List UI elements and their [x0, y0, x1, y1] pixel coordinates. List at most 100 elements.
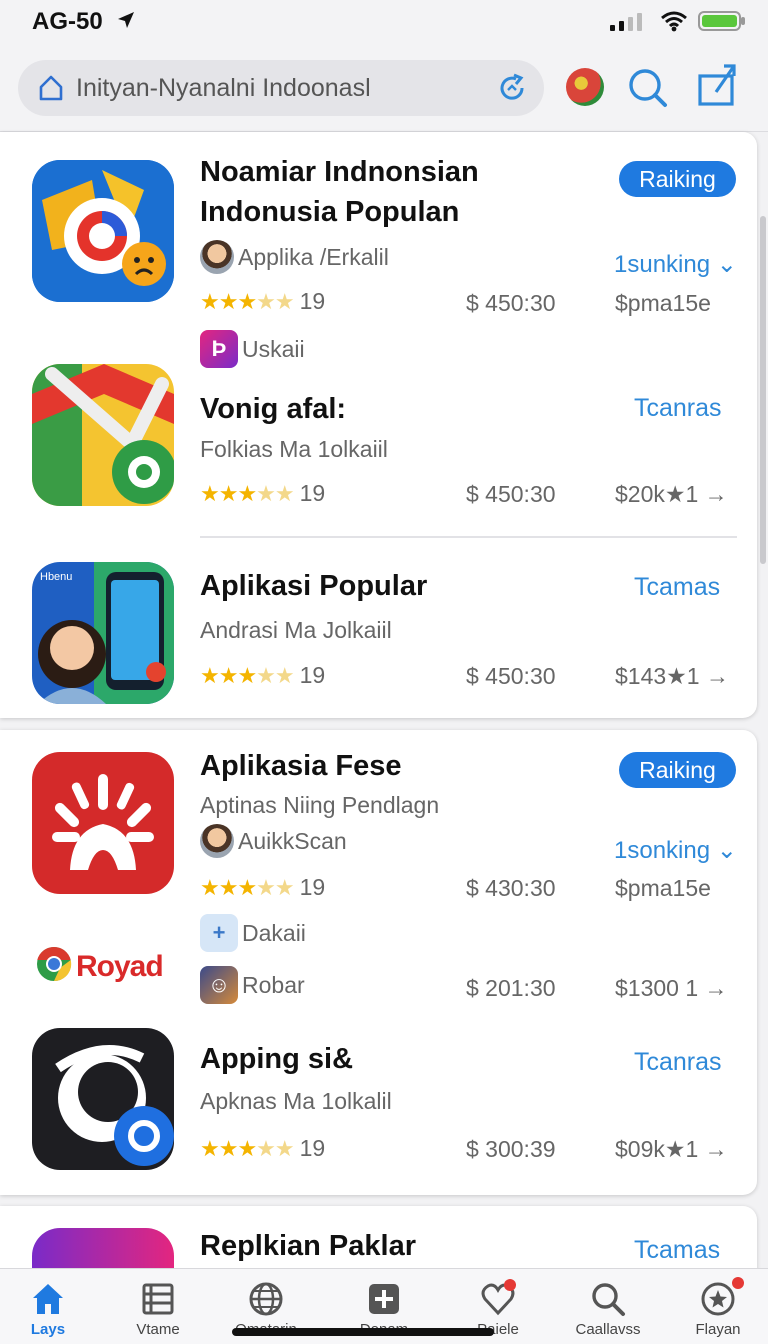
- people-app-icon: ☺: [200, 966, 238, 1004]
- price: $ 450:30: [466, 290, 556, 316]
- status-time: AG-50: [32, 8, 103, 35]
- app-title[interactable]: Aplikasi Popular: [200, 566, 427, 606]
- share-icon[interactable]: [696, 62, 740, 113]
- chevron-icon: ⌄: [710, 251, 737, 278]
- price-alt: $09k★1 →: [615, 1136, 728, 1162]
- search-icon: [590, 1281, 626, 1317]
- list-icon: [140, 1281, 176, 1317]
- app-subtitle: Andrasi Ma Jolkaiil: [200, 617, 392, 643]
- house-icon[interactable]: [38, 74, 64, 107]
- chrome-icon: [36, 946, 72, 987]
- address-bar: Inityan-Nyanalni Indoonasl: [0, 44, 768, 132]
- price: $ 450:30: [466, 663, 556, 689]
- globe-icon: [248, 1281, 284, 1317]
- app-icon-apping[interactable]: [32, 1028, 174, 1170]
- status-indicators: [610, 10, 746, 37]
- extra-label: Uskaii: [242, 335, 305, 362]
- app-icon-noamiar[interactable]: [32, 160, 174, 302]
- rating-count: 19: [299, 288, 326, 314]
- url-text: Inityan-Nyanalni Indoonasl: [76, 74, 371, 102]
- home-icon: [30, 1281, 66, 1317]
- rank-text: 1sunking: [614, 251, 711, 278]
- status-bar: AG-50: [0, 0, 768, 44]
- app-icon-aplikasi-popular[interactable]: Hbenu: [32, 562, 174, 704]
- home-indicator[interactable]: [232, 1328, 494, 1336]
- developer-avatar: [200, 240, 234, 274]
- app-icon-aplikasia-fese[interactable]: [32, 752, 174, 894]
- action-link[interactable]: Tcanras: [634, 1048, 722, 1077]
- star-rating-icon: ★★★★★: [200, 662, 295, 688]
- app-title[interactable]: Aplikasia Fese: [200, 746, 402, 786]
- developer-row: AuikkScan: [200, 824, 347, 858]
- rating-count: 19: [299, 874, 326, 900]
- rating: ★★★★★ 19: [200, 1135, 325, 1162]
- divider: [200, 536, 737, 538]
- price-alt: $20k★1 →: [615, 481, 728, 507]
- price: $ 450:30: [466, 481, 556, 507]
- developer-avatar: [200, 824, 234, 858]
- tab-label: Lays: [30, 1321, 66, 1338]
- sub-app-row[interactable]: ☺ Robar: [200, 966, 305, 1004]
- tab-label: Caallavss: [575, 1321, 641, 1338]
- developer-row: Applika /Erkalil: [200, 240, 389, 274]
- price: $ 300:39: [466, 1136, 556, 1162]
- svg-text:Hbenu: Hbenu: [40, 571, 72, 583]
- wifi-icon: [660, 10, 688, 37]
- ranking-badge[interactable]: Raiking: [619, 752, 736, 788]
- tab-flayan[interactable]: Flayan: [670, 1269, 766, 1344]
- price-alt: $143★1 →: [615, 663, 729, 689]
- star-circle-icon: [700, 1281, 736, 1317]
- app-title[interactable]: Vonig afal:: [200, 389, 346, 429]
- extra-row[interactable]: + Dakaii: [200, 914, 306, 952]
- app-subtitle: Aptinas Niing Pendlagn: [200, 792, 440, 818]
- tab-lays[interactable]: Lays: [0, 1269, 96, 1344]
- flag-icon[interactable]: [566, 68, 604, 106]
- signal-icon: [610, 11, 650, 36]
- royad-brand: Royad: [76, 949, 164, 983]
- plus-app-icon: +: [200, 914, 238, 952]
- rating: ★★★★★ 19: [200, 662, 325, 689]
- rating-count: 19: [299, 662, 326, 688]
- url-field[interactable]: Inityan-Nyanalni Indoonasl: [18, 60, 544, 116]
- price-alt: $pma15e: [615, 875, 711, 901]
- tab-caallavss[interactable]: Caallavss: [560, 1269, 656, 1344]
- app-subtitle: Folkias Ma 1olkaiil: [200, 436, 388, 462]
- app-title[interactable]: Replkian Paklar: [200, 1226, 416, 1266]
- tab-label: Vtame: [136, 1321, 180, 1338]
- scrollbar[interactable]: [760, 216, 766, 564]
- notification-dot: [504, 1279, 516, 1291]
- battery-icon: [698, 10, 746, 37]
- location-arrow-icon: [116, 10, 136, 35]
- app-icon-vonig[interactable]: [32, 364, 174, 506]
- rating-count: 19: [299, 480, 326, 506]
- rank-link[interactable]: 1sunking ⌄: [614, 250, 737, 279]
- sub-app-price: $ 201:30: [466, 975, 556, 1001]
- search-icon[interactable]: [626, 66, 670, 115]
- rating: ★★★★★ 19: [200, 874, 325, 901]
- price: $ 430:30: [466, 875, 556, 901]
- action-link[interactable]: Tcanras: [634, 394, 722, 423]
- royad-logo[interactable]: Royad: [36, 946, 164, 987]
- extra-label: Dakaii: [242, 919, 306, 946]
- chevron-icon: ⌄: [710, 837, 737, 864]
- rating-count: 19: [299, 1135, 326, 1161]
- app-icon-replkian[interactable]: [32, 1228, 174, 1268]
- developer-name: Applika /Erkalil: [238, 243, 389, 270]
- extra-row[interactable]: Þ Uskaii: [200, 330, 305, 368]
- action-link[interactable]: Tcamas: [634, 1236, 720, 1265]
- rating: ★★★★★ 19: [200, 480, 325, 507]
- tab-vtame[interactable]: Vtame: [110, 1269, 206, 1344]
- app-title[interactable]: Noamiar Indnonsian Indonusia Populan: [200, 152, 610, 232]
- app-title[interactable]: Apping si&: [200, 1039, 353, 1079]
- app-subtitle: Apknas Ma 1olkalil: [200, 1088, 392, 1114]
- purple-app-icon: Þ: [200, 330, 238, 368]
- price-alt: $pma15e: [615, 290, 711, 316]
- star-rating-icon: ★★★★★: [200, 480, 295, 506]
- rank-link[interactable]: 1sonking ⌄: [614, 836, 737, 865]
- rank-text: 1sonking: [614, 837, 711, 864]
- developer-name: AuikkScan: [238, 827, 347, 854]
- ranking-badge[interactable]: Raiking: [619, 161, 736, 197]
- action-link[interactable]: Tcamas: [634, 573, 720, 602]
- plus-box-icon: [366, 1281, 402, 1317]
- reload-icon[interactable]: [496, 72, 528, 109]
